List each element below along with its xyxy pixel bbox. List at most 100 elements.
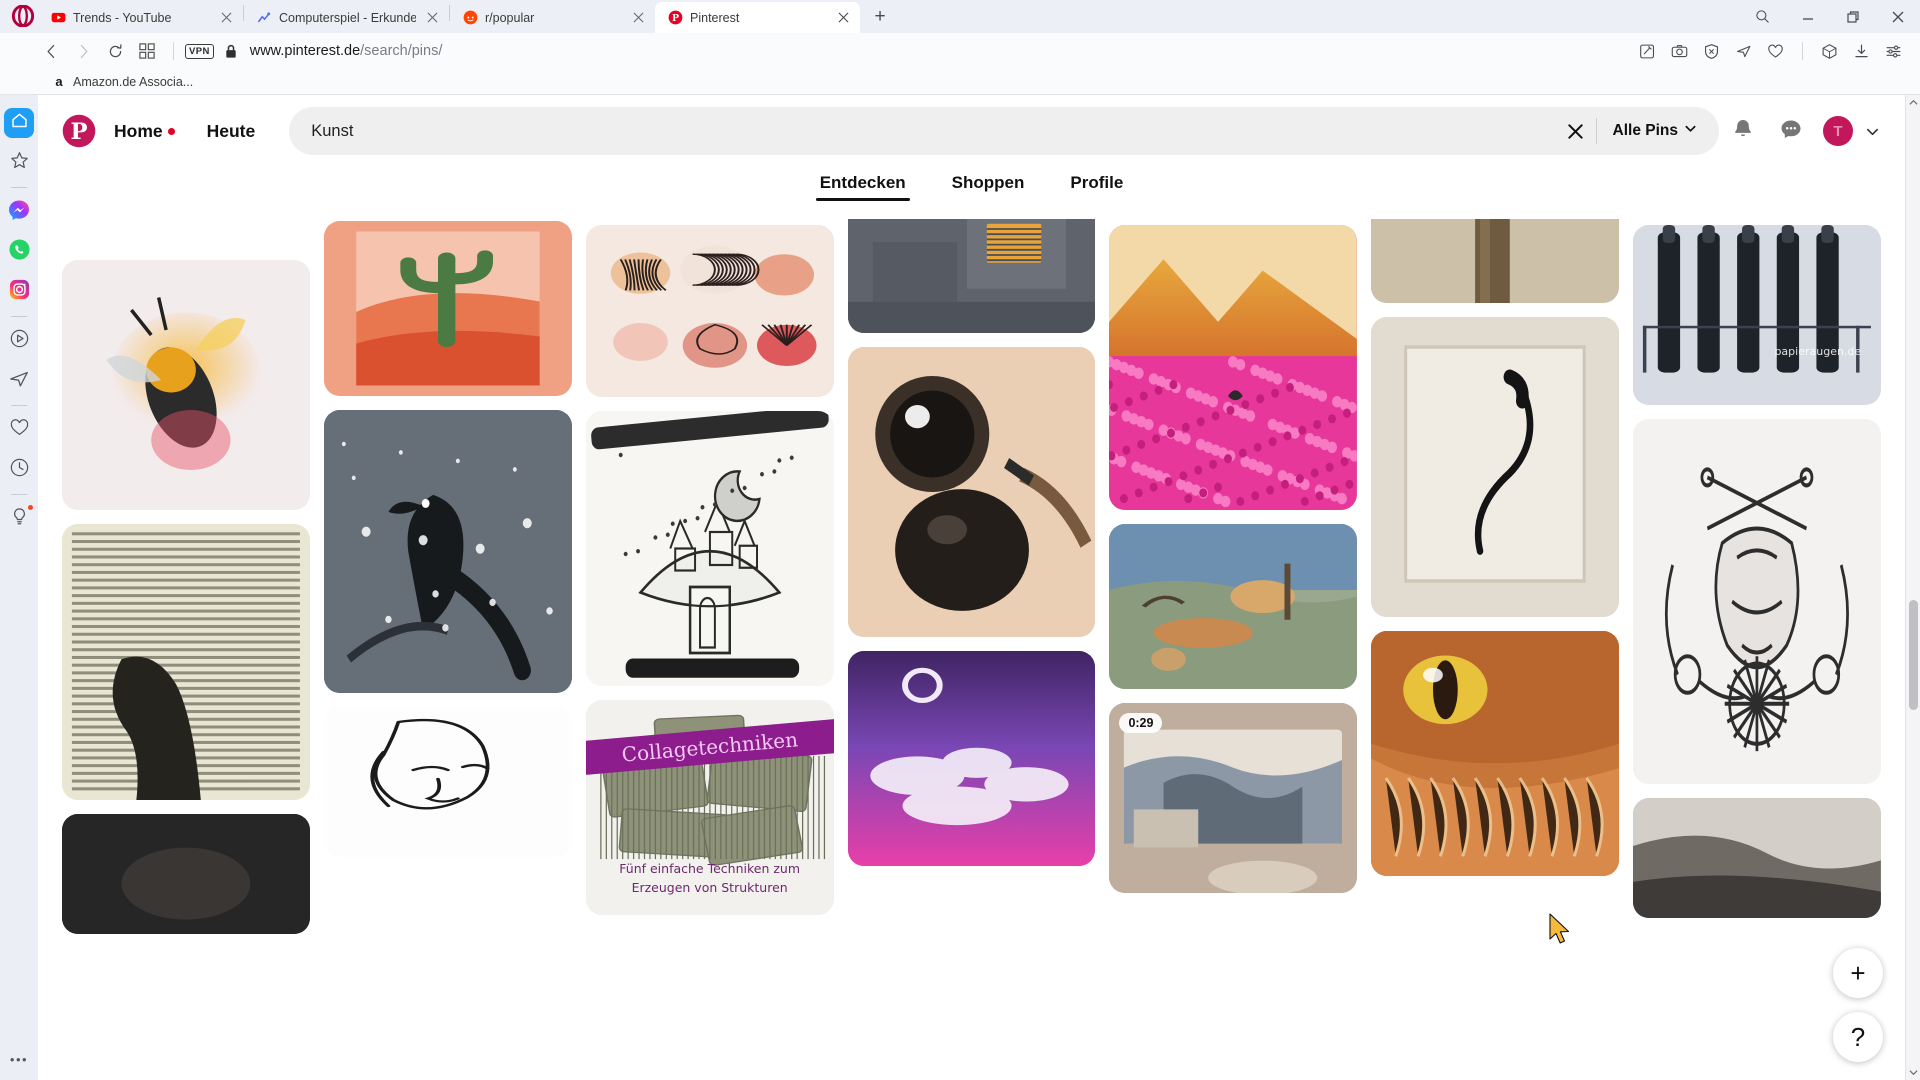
sidebar-item-aria-ai[interactable] (4, 148, 34, 178)
video-duration-badge: 0:29 (1119, 713, 1163, 733)
bookmark-item-amazon[interactable]: a Amazon.de Associa... (46, 73, 199, 91)
pin-card-mushroom-house-ink[interactable] (585, 411, 834, 686)
chevron-down-icon[interactable] (1857, 109, 1887, 153)
camera-icon[interactable] (1665, 37, 1694, 66)
browser-tab-reddit[interactable]: r/popular (450, 2, 655, 33)
pin-card-minimal-line-frame[interactable] (1371, 317, 1620, 617)
sidebar-item-messenger[interactable] (4, 197, 34, 227)
pin-card-dog-eye-painting[interactable] (847, 347, 1096, 637)
tab-entdecken[interactable]: Entdecken (815, 167, 910, 201)
pin-card-newspaper-silhouette[interactable] (62, 524, 310, 800)
opera-sidebar: ••• (0, 95, 38, 1080)
messages-button[interactable] (1767, 107, 1815, 155)
snapshot-edit-icon[interactable] (1633, 37, 1662, 66)
pinterest-logo-icon[interactable]: P (60, 112, 98, 150)
minimize-icon[interactable] (1785, 0, 1830, 33)
vpn-badge[interactable]: VPN (185, 43, 214, 59)
pin-card-collage-techniques[interactable]: Collagetechniken Fünf einfache Techniken … (585, 700, 834, 915)
chart-icon (256, 10, 272, 26)
pin-card-line-art-face[interactable] (323, 707, 572, 857)
pin-grid-columns: Collagetechniken Fünf einfache Techniken … (62, 219, 1882, 948)
restore-icon[interactable] (1830, 0, 1875, 33)
pin-card-surreal-dali-style[interactable] (1109, 524, 1358, 689)
sidebar-item-favorites[interactable] (4, 415, 34, 445)
close-icon[interactable] (1875, 0, 1920, 33)
reload-icon[interactable] (100, 36, 130, 66)
adblock-shield-icon[interactable] (1697, 37, 1726, 66)
url-path: /search/pins/ (360, 43, 443, 59)
close-icon[interactable] (834, 9, 852, 27)
scroll-up-icon[interactable] (1906, 95, 1920, 110)
tab-shoppen[interactable]: Shoppen (948, 167, 1029, 193)
scroll-down-icon[interactable] (1906, 1065, 1920, 1080)
close-icon[interactable] (217, 9, 235, 27)
heart-icon[interactable] (1761, 37, 1790, 66)
pin-card-night-window-illustration[interactable] (847, 219, 1096, 333)
pin-card-fineliner-pens-sketch[interactable]: papieraugen.de (1633, 225, 1882, 405)
sidebar-item-player[interactable] (4, 326, 34, 356)
pin-card-cactus-desert-poster[interactable] (323, 221, 572, 396)
opera-logo-icon[interactable] (8, 1, 38, 31)
browser-tab-computerspiel[interactable]: Computerspiel - Erkunden (244, 2, 449, 33)
pin-column (1371, 219, 1620, 948)
pin-column (62, 219, 310, 948)
pin-image (1371, 317, 1620, 617)
forward-icon[interactable] (68, 36, 98, 66)
pin-card-pink-flower-field[interactable] (1109, 225, 1358, 510)
tab-profile[interactable]: Profile (1066, 167, 1127, 193)
toolbar-divider (1802, 42, 1803, 60)
crypto-wallet-icon[interactable] (1815, 37, 1844, 66)
back-icon[interactable] (36, 36, 66, 66)
filter-label: Alle Pins (1612, 122, 1678, 139)
search-icon[interactable] (1740, 0, 1785, 33)
sidebar-item-tips[interactable] (4, 504, 34, 534)
notifications-button[interactable] (1719, 107, 1767, 155)
sidebar-item-instagram[interactable] (4, 277, 34, 307)
filter-all-pins-button[interactable]: Alle Pins (1597, 111, 1713, 151)
sidebar-divider (11, 494, 27, 495)
messenger-send-icon[interactable] (1729, 37, 1758, 66)
pin-image (1109, 225, 1358, 510)
page-scrollbar[interactable] (1905, 95, 1920, 1080)
search-input[interactable]: Kunst (311, 122, 1555, 141)
pin-card-dark-portrait[interactable] (62, 814, 310, 934)
sidebar-overflow-button[interactable]: ••• (0, 1046, 38, 1072)
easy-setup-icon[interactable] (1879, 37, 1908, 66)
address-bar-url[interactable]: www.pinterest.de/search/pins/ (250, 43, 443, 59)
sidebar-item-telegram[interactable] (4, 366, 34, 396)
sidebar-item-history[interactable] (4, 455, 34, 485)
downloads-icon[interactable] (1847, 37, 1876, 66)
pin-card-purple-sky-clouds[interactable] (847, 651, 1096, 866)
pin-card-pencil-tree-sketch[interactable] (1371, 219, 1620, 303)
new-tab-button[interactable]: + (866, 3, 894, 31)
pin-card-video-pin-canvas[interactable]: 0:29 (1109, 703, 1358, 893)
pin-card-botanical-ink-doodles[interactable] (585, 225, 834, 397)
pin-image (1371, 631, 1620, 876)
browser-tab-pinterest[interactable]: P Pinterest (655, 2, 860, 33)
browser-toolbar-actions (1633, 33, 1908, 69)
pinterest-icon: P (667, 10, 683, 26)
browser-tab-youtube[interactable]: Trends - YouTube (38, 2, 243, 33)
pin-image (1633, 419, 1882, 784)
nav-home[interactable]: Home (98, 110, 191, 153)
pin-card-tattoo-sketch-design[interactable] (1633, 419, 1882, 784)
sidebar-item-home[interactable] (4, 108, 34, 138)
pin-card-charcoal-study[interactable] (1633, 798, 1882, 918)
search-bar[interactable]: Kunst Alle Pins (289, 107, 1719, 155)
pin-card-watercolor-bee[interactable] (62, 260, 310, 510)
scrollbar-thumb[interactable] (1909, 600, 1918, 710)
tile-grid-icon[interactable] (132, 36, 162, 66)
close-icon[interactable] (629, 9, 647, 27)
tab-title: r/popular (485, 10, 535, 25)
help-button[interactable]: ? (1833, 1012, 1883, 1062)
close-icon[interactable] (1556, 111, 1596, 151)
pin-card-crow-on-branch[interactable] (323, 410, 572, 693)
sidebar-item-whatsapp[interactable] (4, 237, 34, 267)
nav-today[interactable]: Heute (191, 110, 272, 153)
avatar[interactable]: T (1823, 116, 1853, 146)
create-pin-button[interactable]: + (1833, 948, 1883, 998)
pin-image (62, 260, 310, 510)
close-icon[interactable] (423, 9, 441, 27)
lock-icon[interactable] (224, 44, 238, 59)
pin-card-cat-eye-painting[interactable] (1371, 631, 1620, 876)
